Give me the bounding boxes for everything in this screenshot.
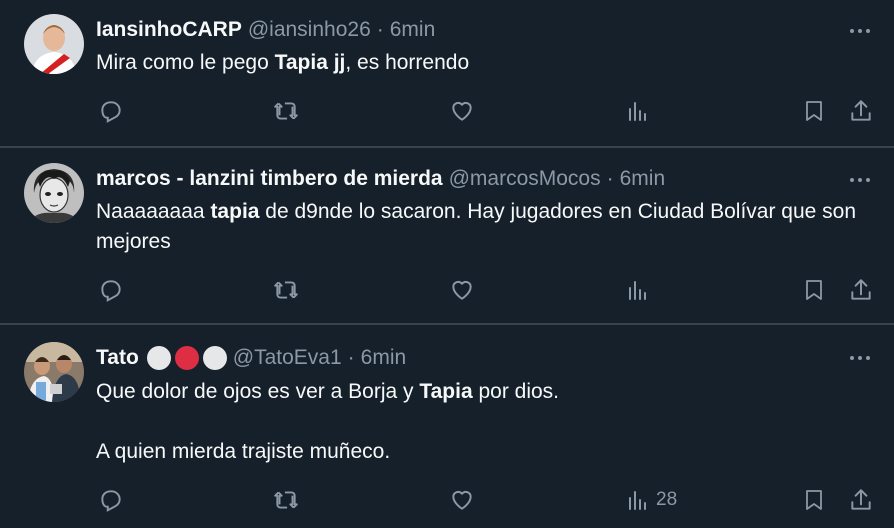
action-bar xyxy=(96,275,886,305)
text-highlight: Tapia jj xyxy=(274,51,346,74)
timestamp[interactable]: 6min xyxy=(390,17,436,43)
tweet-text: Naaaaaaaa tapia de d9nde lo sacaron. Hay… xyxy=(96,197,856,257)
reply-button[interactable] xyxy=(98,485,124,515)
text-highlight: Tapia xyxy=(419,380,473,403)
red-circle-emoji xyxy=(174,346,199,370)
reply-icon xyxy=(101,101,121,123)
like-button[interactable] xyxy=(449,275,475,305)
avatar[interactable] xyxy=(24,14,84,74)
reply-button[interactable] xyxy=(98,275,124,305)
retweet-button[interactable] xyxy=(272,96,300,126)
retweet-icon xyxy=(274,281,298,299)
tweet-text: Que dolor de ojos es ver a Borja y Tapia… xyxy=(96,377,856,407)
reply-button[interactable] xyxy=(98,96,124,126)
separator: · xyxy=(376,18,384,41)
text-highlight: tapia xyxy=(210,200,260,223)
tweet-feed: IansinhoCARP @iansinho26 · 6min Mira com… xyxy=(0,0,894,528)
views-button[interactable] xyxy=(626,96,656,126)
share-button[interactable] xyxy=(848,485,874,515)
tweet-header: Tato @TatoEva1 · 6min xyxy=(96,345,406,371)
tweet-1[interactable]: IansinhoCARP @iansinho26 · 6min Mira com… xyxy=(0,0,894,147)
text-segment: Mira como le pego xyxy=(96,51,275,74)
action-bar xyxy=(96,96,886,126)
display-name[interactable]: Tato xyxy=(96,345,139,371)
text-segment: por dios. xyxy=(472,380,560,403)
more-icon[interactable] xyxy=(848,19,872,43)
tweet-text-line-2: A quien mierda trajiste muñeco. xyxy=(96,440,391,463)
like-button[interactable] xyxy=(449,96,475,126)
tweet-header: marcos - lanzini timbero de mierda @marc… xyxy=(96,166,665,192)
display-name[interactable]: IansinhoCARP xyxy=(96,17,242,43)
bookmark-button[interactable] xyxy=(802,275,826,305)
like-button[interactable] xyxy=(449,485,475,515)
text-segment: Naaaaaaaa xyxy=(96,200,211,223)
action-bar: 28 xyxy=(96,485,886,515)
tweet-2[interactable]: marcos - lanzini timbero de mierda @marc… xyxy=(0,148,894,323)
reply-icon xyxy=(101,280,121,302)
white-circle-emoji xyxy=(146,346,171,370)
display-name[interactable]: marcos - lanzini timbero de mierda xyxy=(96,166,443,192)
handle[interactable]: @iansinho26 xyxy=(248,17,371,43)
handle[interactable]: @marcosMocos xyxy=(449,166,601,192)
retweet-icon xyxy=(274,491,298,509)
like-icon xyxy=(452,490,472,510)
bookmark-icon xyxy=(806,101,822,121)
share-button[interactable] xyxy=(848,275,874,305)
timestamp[interactable]: 6min xyxy=(361,345,407,371)
white-circle-emoji xyxy=(202,346,227,370)
views-icon xyxy=(629,281,646,300)
retweet-button[interactable] xyxy=(272,275,300,305)
like-icon xyxy=(452,280,472,300)
views-icon xyxy=(629,102,646,121)
share-icon xyxy=(851,279,871,300)
tweet-3[interactable]: Tato @TatoEva1 · 6min Que dolor de ojos … xyxy=(0,325,894,528)
bookmark-icon xyxy=(806,280,822,300)
tweet-header: IansinhoCARP @iansinho26 · 6min xyxy=(96,17,435,43)
timestamp[interactable]: 6min xyxy=(620,166,666,192)
text-segment: , es horrendo xyxy=(345,51,470,74)
tweet-text: Mira como le pego Tapia jj, es horrendo xyxy=(96,48,856,78)
share-icon xyxy=(851,100,871,121)
separator: · xyxy=(606,167,614,190)
more-icon[interactable] xyxy=(848,346,872,370)
more-icon[interactable] xyxy=(848,168,872,192)
share-button[interactable] xyxy=(848,96,874,126)
handle[interactable]: @TatoEva1 xyxy=(233,345,342,371)
views-button[interactable]: 28 xyxy=(626,485,677,515)
bookmark-icon xyxy=(806,490,822,510)
avatar[interactable] xyxy=(24,342,84,402)
views-button[interactable] xyxy=(626,275,656,305)
text-segment: Que dolor de ojos es ver a Borja y xyxy=(96,380,420,403)
retweet-icon xyxy=(274,102,298,120)
share-icon xyxy=(851,489,871,510)
bookmark-button[interactable] xyxy=(802,485,826,515)
separator: · xyxy=(347,346,355,369)
views-icon xyxy=(629,491,646,510)
avatar[interactable] xyxy=(24,163,84,223)
retweet-button[interactable] xyxy=(272,485,300,515)
reply-icon xyxy=(101,490,121,512)
views-count: 28 xyxy=(656,489,678,510)
like-icon xyxy=(452,101,472,121)
bookmark-button[interactable] xyxy=(802,96,826,126)
